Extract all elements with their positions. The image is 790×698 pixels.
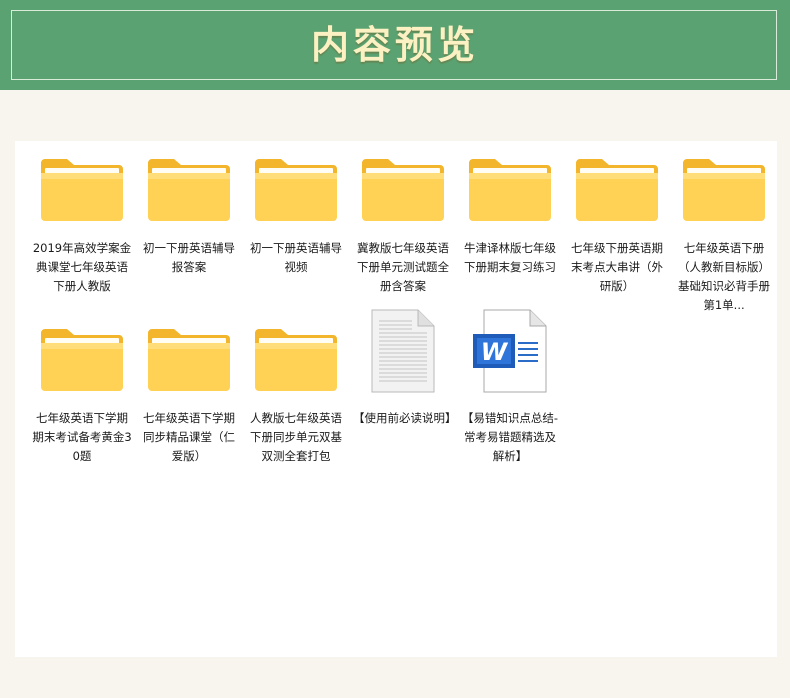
- file-name: 初一下册英语辅导视频: [250, 241, 342, 274]
- file-name: 冀教版七年级英语下册单元测试题全册含答案: [357, 241, 449, 293]
- folder-icon: [683, 159, 765, 221]
- file-name: 【易错知识点总结-常考易错题精选及解析】: [461, 411, 559, 463]
- folder-icon: [362, 159, 444, 221]
- file-item[interactable]: 【使用前必读说明】: [353, 309, 453, 428]
- page-title: 内容预览: [310, 22, 479, 67]
- word-document-icon: W: [473, 309, 547, 393]
- file-item[interactable]: 人教版七年级英语下册同步单元双基双测全套打包: [246, 311, 346, 466]
- folder-icon: [255, 159, 337, 221]
- file-item[interactable]: 牛津译林版七年级下册期末复习练习: [460, 141, 560, 277]
- file-name: 2019年高效学案金典课堂七年级英语下册人教版: [32, 241, 132, 293]
- folder-icon: [148, 329, 230, 391]
- svg-text:W: W: [481, 338, 509, 366]
- file-item[interactable]: 七年级英语下学期同步精品课堂（仁爱版）: [139, 311, 239, 466]
- file-item[interactable]: W 【易错知识点总结-常考易错题精选及解析】: [460, 309, 560, 466]
- file-item[interactable]: 七年级英语下册（人教新目标版）基础知识必背手册第1单...: [674, 141, 774, 315]
- file-name: 人教版七年级英语下册同步单元双基双测全套打包: [250, 411, 342, 463]
- file-item[interactable]: 七年级下册英语期末考点大串讲（外研版）: [567, 141, 667, 296]
- folder-icon: [148, 159, 230, 221]
- header-banner: 内容预览: [0, 0, 790, 90]
- file-item[interactable]: 初一下册英语辅导视频: [246, 141, 346, 277]
- file-item[interactable]: 七年级英语下学期期末考试备考黄金30题: [32, 311, 132, 466]
- folder-icon: [41, 159, 123, 221]
- folder-icon: [469, 159, 551, 221]
- file-name: 初一下册英语辅导报答案: [143, 241, 235, 274]
- file-name: 七年级下册英语期末考点大串讲（外研版）: [571, 241, 663, 293]
- folder-icon: [576, 159, 658, 221]
- file-grid-panel: 2019年高效学案金典课堂七年级英语下册人教版 初一下册英语辅导报答案 初一下册…: [15, 141, 777, 657]
- file-name: 七年级英语下学期同步精品课堂（仁爱版）: [143, 411, 235, 463]
- file-item[interactable]: 初一下册英语辅导报答案: [139, 141, 239, 277]
- file-item[interactable]: 冀教版七年级英语下册单元测试题全册含答案: [353, 141, 453, 296]
- folder-icon: [255, 329, 337, 391]
- text-document-icon: [371, 309, 435, 393]
- file-name: 【使用前必读说明】: [353, 411, 453, 425]
- folder-icon: [41, 329, 123, 391]
- file-item[interactable]: 2019年高效学案金典课堂七年级英语下册人教版: [32, 141, 132, 296]
- file-name: 牛津译林版七年级下册期末复习练习: [464, 241, 556, 274]
- file-name: 七年级英语下册（人教新目标版）基础知识必背手册第1单...: [678, 241, 770, 312]
- file-name: 七年级英语下学期期末考试备考黄金30题: [32, 411, 132, 463]
